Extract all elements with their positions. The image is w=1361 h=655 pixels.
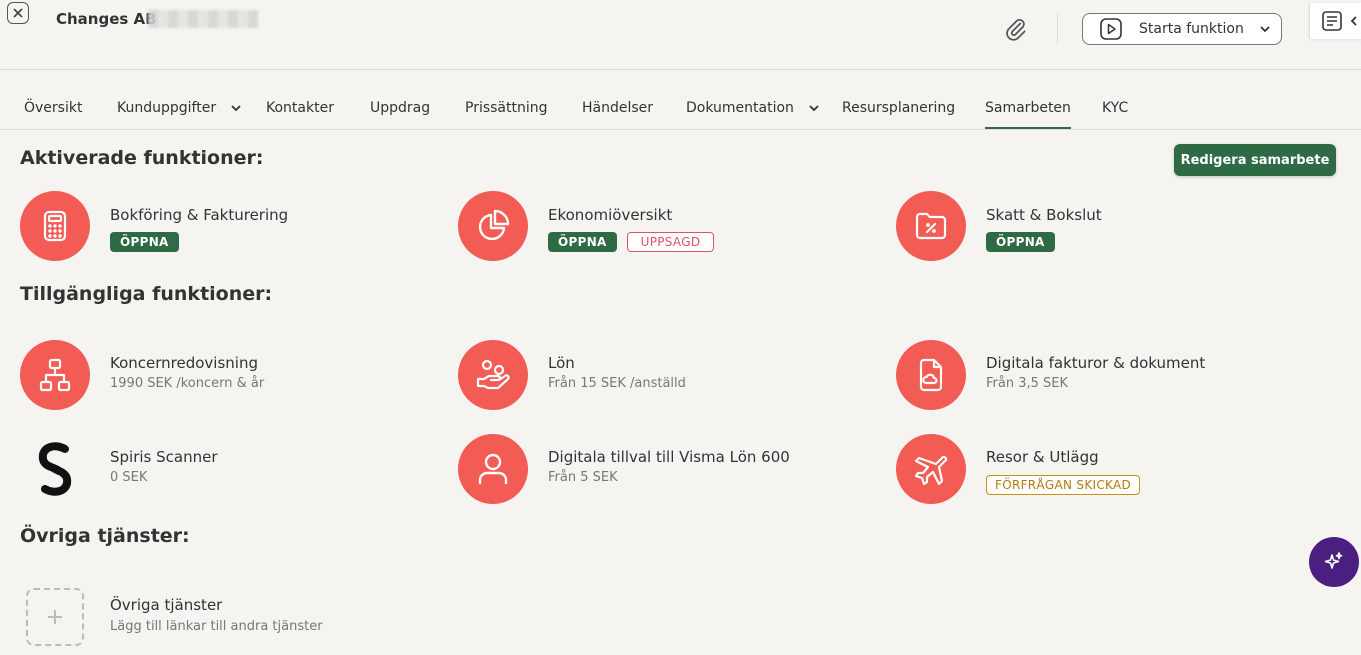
chevron-left-icon [1350, 16, 1357, 26]
play-icon [1100, 18, 1122, 40]
open-badge[interactable]: ÖPPNA [986, 232, 1055, 252]
ai-assistant-button[interactable] [1309, 537, 1359, 587]
open-badge[interactable]: ÖPPNA [548, 232, 617, 252]
feature-skatt-bokslut[interactable]: Skatt & Bokslut ÖPPNA [896, 191, 1296, 261]
open-badge[interactable]: ÖPPNA [110, 232, 179, 252]
tab-label: Översikt [24, 100, 83, 116]
airplane-icon [896, 434, 966, 504]
feature-title: Digitala fakturor & dokument [986, 354, 1206, 372]
feature-title: Ekonomiöversikt [548, 206, 673, 224]
tab-resursplanering[interactable]: Resursplanering [842, 86, 955, 130]
feature-price: 0 SEK [110, 470, 148, 485]
tab-samarbeten[interactable]: Samarbeten [985, 86, 1071, 130]
feature-visma-lon-600[interactable]: Digitala tillval till Visma Lön 600 Från… [458, 434, 858, 504]
paperclip-icon [1006, 18, 1026, 41]
salary-hand-icon [458, 340, 528, 410]
tab-kunduppgifter[interactable]: Kunduppgifter [117, 86, 242, 130]
chevron-down-icon [809, 105, 819, 112]
feature-description: Lägg till länkar till andra tjänster [110, 619, 323, 634]
tab-kyc[interactable]: KYC [1102, 86, 1128, 130]
start-function-button[interactable]: Starta funktion [1082, 13, 1282, 45]
feature-title: Koncernredovisning [110, 354, 258, 372]
feature-price: Från 5 SEK [548, 470, 618, 485]
feature-title: Skatt & Bokslut [986, 206, 1102, 224]
chevron-down-icon [231, 105, 241, 112]
available-heading: Tillgängliga funktioner: [20, 283, 273, 305]
chevron-down-icon [1260, 26, 1270, 33]
feature-price: Från 3,5 SEK [986, 376, 1069, 391]
tax-folder-icon [896, 191, 966, 261]
tab-kontakter[interactable]: Kontakter [266, 86, 334, 130]
close-button[interactable] [7, 2, 29, 24]
feature-price: Från 15 SEK /anställd [548, 376, 686, 391]
notes-icon [1322, 11, 1342, 31]
request-sent-badge: FÖRFRÅGAN SKICKAD [986, 475, 1141, 495]
attach-button[interactable] [1000, 14, 1032, 46]
feature-koncernredovisning[interactable]: Koncernredovisning 1990 SEK /koncern & å… [20, 340, 420, 410]
tab-label: KYC [1102, 100, 1129, 116]
feature-resor-utlagg[interactable]: Resor & Utlägg FÖRFRÅGAN SKICKAD [896, 434, 1296, 504]
tab-dokumentation[interactable]: Dokumentation [686, 86, 820, 130]
feature-title: Spiris Scanner [110, 448, 218, 466]
header-divider-line [0, 69, 1361, 70]
tab-label: Dokumentation [686, 100, 794, 116]
feature-price: 1990 SEK /koncern & år [110, 376, 265, 391]
feature-title: Lön [548, 354, 575, 372]
tab-label: Händelser [582, 100, 654, 116]
header-divider [1057, 14, 1058, 44]
tab-label: Kontakter [266, 100, 334, 116]
feature-spiris-scanner[interactable]: Spiris Scanner 0 SEK [20, 434, 420, 504]
tab-handelser[interactable]: Händelser [582, 86, 653, 130]
cloud-document-icon [896, 340, 966, 410]
feature-title: Digitala tillval till Visma Lön 600 [548, 448, 790, 466]
tab-label: Kunduppgifter [117, 100, 217, 116]
tab-label: Prissättning [465, 100, 548, 116]
tab-uppdrag[interactable]: Uppdrag [370, 86, 430, 130]
terminated-badge: UPPSAGD [626, 232, 715, 252]
feature-lon[interactable]: Lön Från 15 SEK /anställd [458, 340, 858, 410]
activated-heading: Aktiverade funktioner: [20, 147, 264, 169]
start-function-label: Starta funktion [1139, 21, 1244, 37]
org-chart-icon [20, 340, 90, 410]
tab-bar: Översikt Kunduppgifter Kontakter Uppdrag… [0, 86, 1361, 130]
other-services-item[interactable]: Övriga tjänster Lägg till länkar till an… [20, 588, 420, 655]
tabs-divider-line [0, 129, 1361, 130]
feature-title: Resor & Utlägg [986, 448, 1099, 466]
pie-chart-icon [458, 191, 528, 261]
plus-icon [48, 610, 62, 624]
user-icon [458, 434, 528, 504]
redacted-org-number [148, 10, 258, 28]
notes-panel-toggle[interactable] [1309, 3, 1361, 39]
tab-label: Resursplanering [842, 100, 956, 116]
feature-title: Övriga tjänster [110, 596, 223, 614]
add-service-button[interactable] [26, 588, 84, 646]
tab-prissattning[interactable]: Prissättning [465, 86, 548, 130]
other-services-heading: Övriga tjänster: [20, 525, 190, 547]
spiris-logo-icon [20, 434, 90, 504]
sparkle-icon [1324, 552, 1343, 569]
tab-label: Samarbeten [985, 100, 1071, 116]
close-icon [13, 8, 23, 18]
calculator-icon [20, 191, 90, 261]
feature-digitala-fakturor[interactable]: Digitala fakturor & dokument Från 3,5 SE… [896, 340, 1296, 410]
tab-oversikt[interactable]: Översikt [24, 86, 82, 130]
company-name: Changes AB [56, 10, 157, 28]
feature-bokforing[interactable]: Bokföring & Fakturering ÖPPNA [20, 191, 420, 261]
edit-collaboration-button[interactable]: Redigera samarbete [1174, 144, 1336, 176]
feature-ekonomioversikt[interactable]: Ekonomiöversikt ÖPPNA UPPSAGD [458, 191, 858, 261]
tab-label: Uppdrag [370, 100, 431, 116]
feature-title: Bokföring & Fakturering [110, 206, 289, 224]
